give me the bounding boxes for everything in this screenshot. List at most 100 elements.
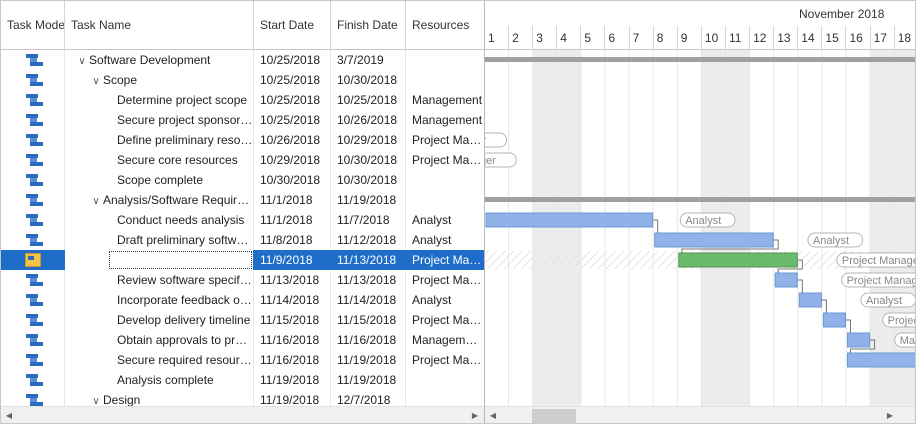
task-name-cell[interactable]: ∨ Analysis/Software Requirem… bbox=[65, 190, 254, 210]
start-date-cell[interactable]: 11/15/2018 bbox=[254, 310, 331, 330]
finish-date-cell[interactable]: 11/19/2018 bbox=[331, 370, 406, 390]
task-row[interactable]: Draft preliminary softwar… 11/8/2018 11/12… bbox=[1, 230, 484, 250]
task-mode-cell[interactable] bbox=[1, 230, 65, 250]
grid-horizontal-scrollbar[interactable]: ◀ ▶ bbox=[1, 406, 484, 423]
task-bar[interactable] bbox=[774, 272, 798, 288]
finish-date-cell[interactable]: 11/14/2018 bbox=[331, 290, 406, 310]
chart-horizontal-scrollbar[interactable]: ◀ ▶ bbox=[485, 406, 915, 423]
task-mode-cell[interactable] bbox=[1, 110, 65, 130]
scroll-left-arrow-icon[interactable]: ◀ bbox=[4, 410, 14, 422]
finish-date-cell[interactable]: 11/19/2018 bbox=[331, 350, 406, 370]
task-row[interactable]: Scope complete 10/30/2018 10/30/2018 bbox=[1, 170, 484, 190]
finish-date-cell[interactable]: 10/29/2018 bbox=[331, 130, 406, 150]
resources-cell[interactable] bbox=[406, 390, 484, 406]
resources-cell[interactable]: Project Ma… bbox=[406, 150, 484, 170]
task-bar[interactable] bbox=[798, 292, 822, 308]
column-header-finish-date[interactable]: Finish Date bbox=[331, 1, 406, 49]
task-name-cell[interactable]: Develop delivery timeline bbox=[65, 310, 254, 330]
task-mode-cell[interactable] bbox=[1, 90, 65, 110]
start-date-cell[interactable]: 11/16/2018 bbox=[254, 330, 331, 350]
task-row[interactable]: Incorporate feedback on … 11/14/2018 11/14… bbox=[1, 290, 484, 310]
finish-date-cell[interactable]: 11/19/2018 bbox=[331, 190, 406, 210]
task-name-cell[interactable]: Determine project scope bbox=[65, 90, 254, 110]
task-mode-cell[interactable] bbox=[1, 150, 65, 170]
finish-date-cell[interactable]: 10/26/2018 bbox=[331, 110, 406, 130]
start-date-cell[interactable]: 10/25/2018 bbox=[254, 70, 331, 90]
start-date-cell[interactable]: 11/19/2018 bbox=[254, 370, 331, 390]
task-mode-cell[interactable] bbox=[1, 210, 65, 230]
task-name-cell[interactable]: Scope complete bbox=[65, 170, 254, 190]
chevron-down-icon[interactable]: ∨ bbox=[75, 52, 89, 70]
start-date-cell[interactable]: 11/14/2018 bbox=[254, 290, 331, 310]
task-mode-cell[interactable] bbox=[1, 370, 65, 390]
start-date-cell[interactable]: 11/9/2018 bbox=[254, 250, 331, 270]
finish-date-cell[interactable]: 3/7/2019 bbox=[331, 50, 406, 70]
finish-date-cell[interactable]: 11/13/2018 bbox=[331, 250, 406, 270]
start-date-cell[interactable]: 10/29/2018 bbox=[254, 150, 331, 170]
resources-cell[interactable]: Analyst bbox=[406, 290, 484, 310]
task-row[interactable]: ∨ Design 11/19/2018 12/7/2018 bbox=[1, 390, 484, 406]
finish-date-cell[interactable]: 12/7/2018 bbox=[331, 390, 406, 406]
finish-date-cell[interactable]: 10/30/2018 bbox=[331, 70, 406, 90]
column-header-resources[interactable]: Resources bbox=[406, 1, 484, 49]
task-row[interactable]: Secure core resources 10/29/2018 10/30/201… bbox=[1, 150, 484, 170]
resources-cell[interactable]: Management bbox=[406, 90, 484, 110]
chevron-down-icon[interactable]: ∨ bbox=[89, 192, 103, 210]
column-header-task-mode[interactable]: Task Mode bbox=[1, 1, 65, 49]
task-mode-cell[interactable] bbox=[1, 250, 65, 270]
task-mode-cell[interactable] bbox=[1, 290, 65, 310]
task-mode-cell[interactable] bbox=[1, 190, 65, 210]
task-row[interactable]: Obtain approvals to proc… 11/16/2018 11/16… bbox=[1, 330, 484, 350]
resources-cell[interactable] bbox=[406, 70, 484, 90]
chevron-down-icon[interactable]: ∨ bbox=[89, 392, 103, 406]
start-date-cell[interactable]: 11/1/2018 bbox=[254, 210, 331, 230]
column-header-task-name[interactable]: Task Name bbox=[65, 1, 254, 49]
task-row[interactable]: ∨ Analysis/Software Requirem… 11/1/2018 11/… bbox=[1, 190, 484, 210]
task-name-cell[interactable]: Draft preliminary softwar… bbox=[65, 230, 254, 250]
column-header-start-date[interactable]: Start Date bbox=[254, 1, 331, 49]
task-mode-cell[interactable] bbox=[1, 390, 65, 406]
finish-date-cell[interactable]: 10/25/2018 bbox=[331, 90, 406, 110]
resources-cell[interactable] bbox=[406, 170, 484, 190]
task-row[interactable]: Secure required resources 11/16/2018 11/19… bbox=[1, 350, 484, 370]
task-bar[interactable] bbox=[822, 312, 846, 328]
task-row[interactable]: Secure project sponsorship 10/25/2018 10/2… bbox=[1, 110, 484, 130]
resources-cell[interactable]: Project Ma… bbox=[406, 270, 484, 290]
task-bar-active[interactable] bbox=[678, 252, 798, 268]
finish-date-cell[interactable]: 10/30/2018 bbox=[331, 150, 406, 170]
task-bar[interactable] bbox=[847, 352, 916, 368]
task-row[interactable]: Determine project scope 10/25/2018 10/25/2… bbox=[1, 90, 484, 110]
task-mode-cell[interactable] bbox=[1, 170, 65, 190]
task-row[interactable]: Analysis complete 11/19/2018 11/19/2018 bbox=[1, 370, 484, 390]
task-row[interactable]: Develop preliminary budget11/9/201811/13… bbox=[1, 250, 484, 270]
start-date-cell[interactable]: 10/26/2018 bbox=[254, 130, 331, 150]
chart-scroll-thumb[interactable] bbox=[532, 409, 576, 423]
resources-cell[interactable] bbox=[406, 50, 484, 70]
task-name-cell[interactable]: Obtain approvals to proc… bbox=[65, 330, 254, 350]
task-row[interactable]: Define preliminary resour… 10/26/2018 10/2… bbox=[1, 130, 484, 150]
task-name-cell[interactable]: Incorporate feedback on … bbox=[65, 290, 254, 310]
task-bar[interactable] bbox=[485, 212, 654, 228]
task-mode-cell[interactable] bbox=[1, 50, 65, 70]
resources-cell[interactable]: Project Ma… bbox=[406, 250, 484, 270]
task-mode-cell[interactable] bbox=[1, 310, 65, 330]
summary-bar[interactable] bbox=[485, 197, 915, 202]
start-date-cell[interactable]: 10/25/2018 bbox=[254, 110, 331, 130]
chart-scroll-right-arrow-icon[interactable]: ▶ bbox=[885, 410, 895, 422]
resources-cell[interactable] bbox=[406, 370, 484, 390]
resources-cell[interactable]: Management bbox=[406, 110, 484, 130]
start-date-cell[interactable]: 11/19/2018 bbox=[254, 390, 331, 406]
task-row[interactable]: Review software specific… 11/13/2018 11/13… bbox=[1, 270, 484, 290]
task-name-cell[interactable]: Secure required resources bbox=[65, 350, 254, 370]
scroll-right-arrow-icon[interactable]: ▶ bbox=[470, 410, 480, 422]
start-date-cell[interactable]: 10/25/2018 bbox=[254, 50, 331, 70]
task-name-cell[interactable]: Conduct needs analysis bbox=[65, 210, 254, 230]
chevron-down-icon[interactable]: ∨ bbox=[89, 72, 103, 90]
resources-cell[interactable]: Analyst bbox=[406, 230, 484, 250]
finish-date-cell[interactable]: 11/16/2018 bbox=[331, 330, 406, 350]
resources-cell[interactable]: Analyst bbox=[406, 210, 484, 230]
task-row[interactable]: ∨ Scope 10/25/2018 10/30/2018 bbox=[1, 70, 484, 90]
finish-date-cell[interactable]: 11/13/2018 bbox=[331, 270, 406, 290]
finish-date-cell[interactable]: 11/15/2018 bbox=[331, 310, 406, 330]
task-bar[interactable] bbox=[654, 232, 774, 248]
